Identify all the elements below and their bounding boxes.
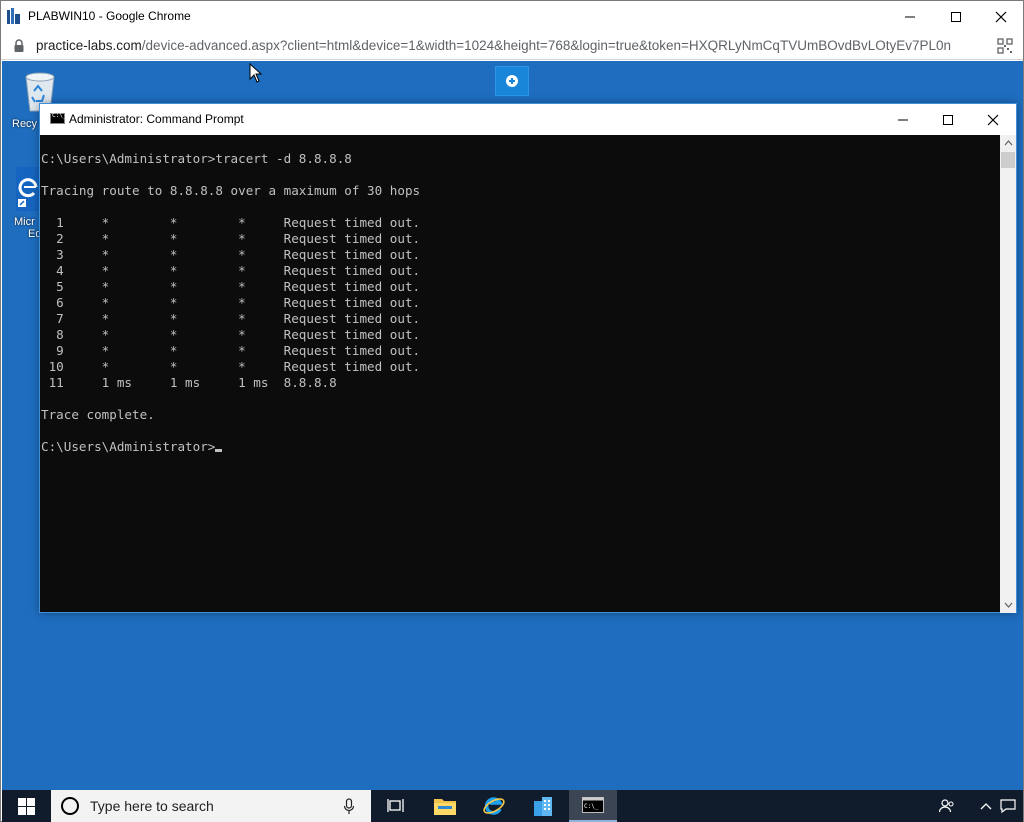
practice-labs-logo-icon xyxy=(7,8,20,24)
console-line-prompt: C:\Users\Administrator> xyxy=(41,439,216,454)
url-path: /device-advanced.aspx?client=html&device… xyxy=(141,38,952,53)
hop-row: 5 * * * Request timed out. xyxy=(41,279,421,294)
text-cursor xyxy=(215,449,223,452)
search-placeholder: Type here to search xyxy=(90,798,214,814)
hop-row: 8 * * * Request timed out. xyxy=(41,327,421,342)
url-text[interactable]: practice-labs.com/device-advanced.aspx?c… xyxy=(36,38,986,53)
window-title: PLABWIN10 - Google Chrome xyxy=(28,9,191,23)
qr-code-icon[interactable] xyxy=(997,38,1013,54)
remote-desktop[interactable]: Recy Micr Ed C:\_ Administrator: Command… xyxy=(2,61,1023,790)
windows-logo-icon xyxy=(17,797,35,815)
cmd-close-button[interactable] xyxy=(970,104,1016,135)
maximize-icon xyxy=(943,114,953,125)
cmd-title: Administrator: Command Prompt xyxy=(69,112,244,126)
scroll-up-button[interactable] xyxy=(1000,135,1016,151)
taskbar-file-explorer[interactable] xyxy=(421,790,469,822)
hop-row: 2 * * * Request timed out. xyxy=(41,231,421,246)
console-line-tracing: Tracing route to 8.8.8.8 over a maximum … xyxy=(41,183,421,198)
internet-explorer-icon xyxy=(483,797,505,815)
cortana-icon xyxy=(61,797,79,815)
maximize-button[interactable] xyxy=(933,1,979,32)
minimize-icon xyxy=(898,119,908,120)
close-button[interactable] xyxy=(978,1,1024,32)
close-icon xyxy=(987,114,999,125)
console-line-complete: Trace complete. xyxy=(41,407,155,422)
maximize-icon xyxy=(951,11,961,22)
command-prompt-window[interactable]: C:\_ Administrator: Command Prompt C:\Us… xyxy=(39,103,1017,613)
chevron-up-icon xyxy=(1004,140,1012,146)
folder-icon xyxy=(434,799,456,815)
plus-circle-icon xyxy=(506,75,518,87)
console-line-command: C:\Users\Administrator>tracert -d 8.8.8.… xyxy=(41,151,352,166)
notification-icon[interactable] xyxy=(1000,799,1016,813)
hop-row: 4 * * * Request timed out. xyxy=(41,263,421,278)
hop-row: 3 * * * Request timed out. xyxy=(41,247,421,262)
hop-row: 6 * * * Request timed out. xyxy=(41,295,421,310)
minimize-icon xyxy=(905,16,915,17)
people-icon[interactable] xyxy=(939,799,955,813)
url-host: practice-labs.com xyxy=(36,38,142,53)
command-prompt-icon: C:\_ xyxy=(582,797,604,813)
close-icon xyxy=(995,11,1007,22)
hop-row: 11 1 ms 1 ms 1 ms 8.8.8.8 xyxy=(41,375,337,390)
task-view-button[interactable] xyxy=(372,790,420,822)
taskbar-internet-explorer[interactable] xyxy=(470,790,518,822)
task-view-icon xyxy=(387,799,404,812)
cmd-maximize-button[interactable] xyxy=(925,104,971,135)
cmd-icon: C:\_ xyxy=(50,112,66,124)
start-button[interactable] xyxy=(2,790,50,822)
hop-row: 10 * * * Request timed out. xyxy=(41,359,421,374)
taskbar-server-manager[interactable] xyxy=(519,790,567,822)
svg-text:C:\_: C:\_ xyxy=(584,803,599,810)
minimize-button[interactable] xyxy=(887,1,933,32)
vertical-scrollbar[interactable] xyxy=(1000,135,1016,613)
scroll-down-button[interactable] xyxy=(1000,597,1016,613)
console-output[interactable]: C:\Users\Administrator>tracert -d 8.8.8.… xyxy=(40,135,1000,613)
lock-icon[interactable] xyxy=(13,39,25,53)
chrome-titlebar: PLABWIN10 - Google Chrome xyxy=(1,1,1023,32)
taskbar-search-box[interactable]: Type here to search xyxy=(51,790,371,822)
taskbar-command-prompt[interactable]: C:\_ xyxy=(569,790,617,822)
hop-row: 9 * * * Request timed out. xyxy=(41,343,421,358)
cmd-minimize-button[interactable] xyxy=(880,104,926,135)
microphone-icon[interactable] xyxy=(343,798,355,815)
scrollbar-thumb[interactable] xyxy=(1001,152,1015,168)
chrome-window: PLABWIN10 - Google Chrome practice-labs.… xyxy=(0,0,1024,822)
hop-row: 1 * * * Request timed out. xyxy=(41,215,421,230)
address-bar[interactable]: practice-labs.com/device-advanced.aspx?c… xyxy=(1,32,1023,60)
chevron-up-icon[interactable] xyxy=(980,802,992,810)
cmd-titlebar[interactable]: C:\_ Administrator: Command Prompt xyxy=(40,104,1016,135)
remote-toolbar-toggle-button[interactable] xyxy=(495,66,529,96)
hop-row: 7 * * * Request timed out. xyxy=(41,311,421,326)
mouse-pointer-icon xyxy=(249,63,263,83)
taskbar: Type here to search C:\_ xyxy=(2,790,1023,822)
building-icon xyxy=(534,797,552,816)
chevron-down-icon xyxy=(1004,602,1012,608)
